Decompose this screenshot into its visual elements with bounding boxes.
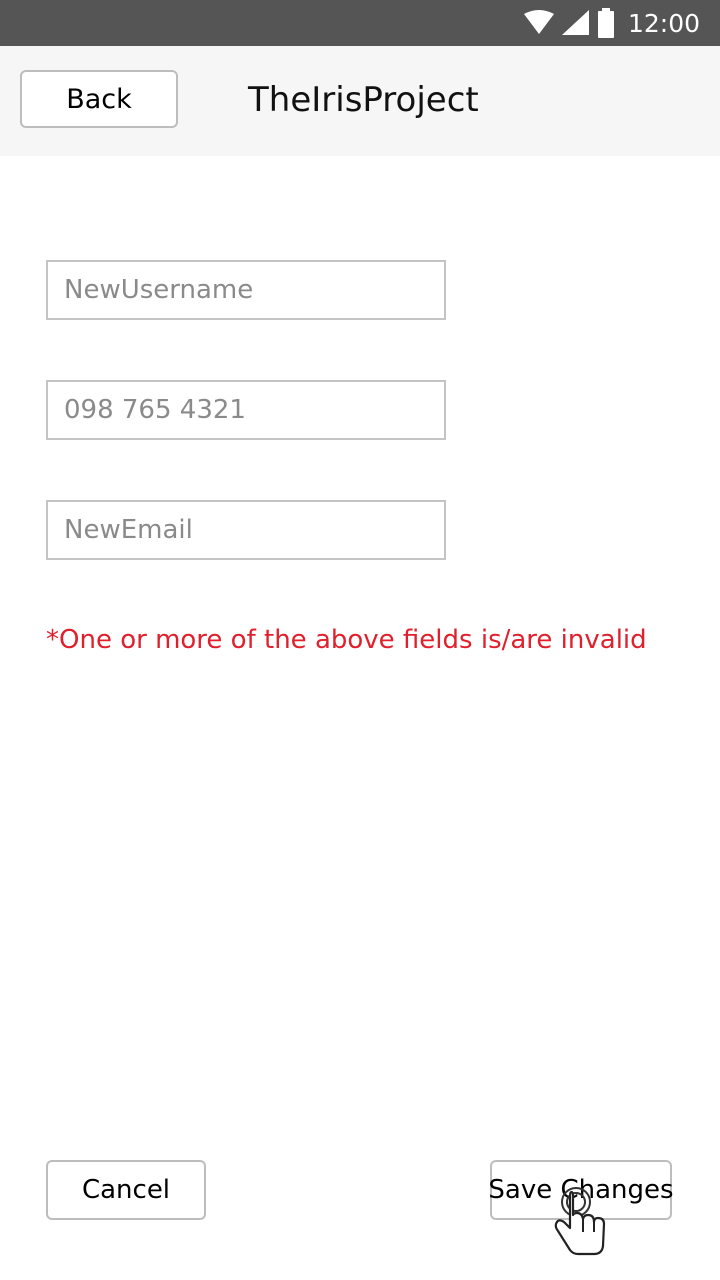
status-bar: 12:00	[0, 0, 720, 46]
signal-icon	[561, 10, 589, 35]
app-title: TheIrisProject	[248, 80, 479, 120]
hand-pointer-icon	[554, 1187, 606, 1256]
error-message: *One or more of the above fields is/are …	[46, 625, 647, 655]
wifi-icon	[523, 10, 554, 34]
username-input[interactable]	[46, 260, 446, 320]
cancel-button[interactable]: Cancel	[46, 1160, 206, 1220]
back-button[interactable]: Back	[20, 70, 178, 128]
app-bar: Back TheIrisProject	[0, 46, 720, 156]
status-time: 12:00	[627, 8, 700, 38]
phone-input[interactable]	[46, 380, 446, 440]
battery-icon	[597, 8, 614, 38]
email-input[interactable]	[46, 500, 446, 560]
status-icons: 12:00	[523, 0, 700, 46]
